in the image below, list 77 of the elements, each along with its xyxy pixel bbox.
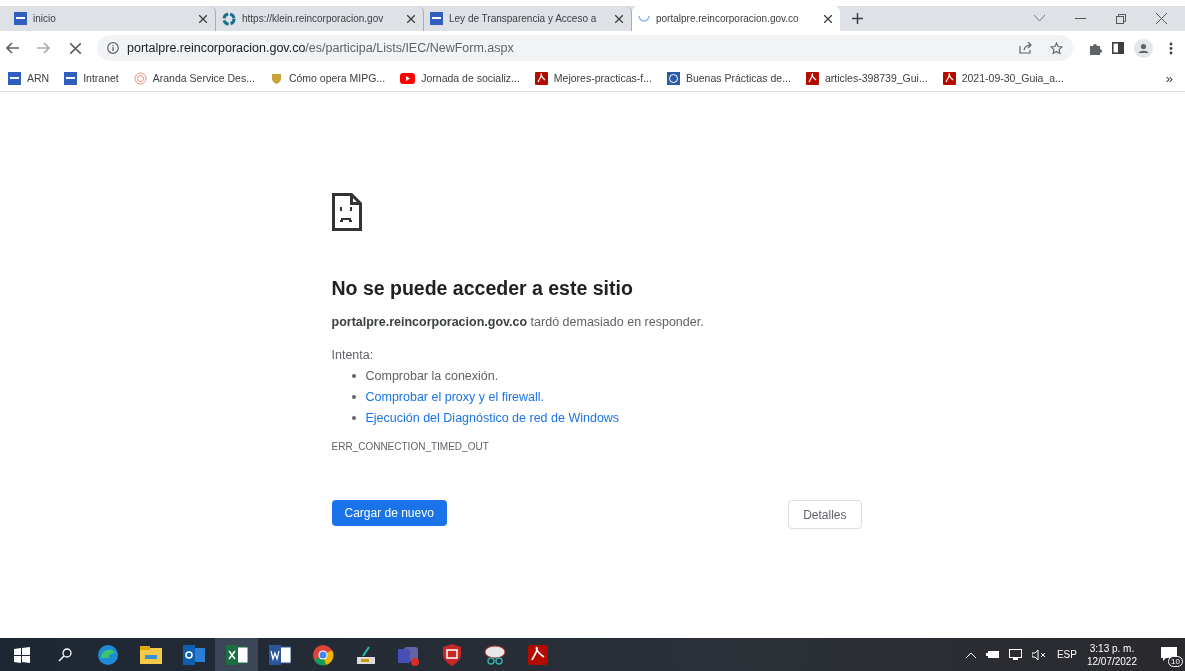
close-icon[interactable] <box>615 14 623 23</box>
pdf-icon <box>534 71 548 85</box>
mail-app-icon[interactable] <box>182 644 205 665</box>
puzzle-icon[interactable] <box>1089 41 1102 55</box>
globe-icon <box>666 71 680 85</box>
notification-count: 10 <box>1168 655 1183 667</box>
browser-tab[interactable]: portalpre.reincorporacion.gov.co <box>632 6 840 31</box>
sad-page-icon <box>331 193 362 231</box>
bookmark[interactable]: Mejores-practicas-f... <box>534 71 652 85</box>
arn-logo-icon <box>14 12 27 25</box>
search-icon[interactable] <box>57 647 72 662</box>
bookmark[interactable]: Cómo opera MIPG... <box>269 71 386 85</box>
crest-icon <box>269 71 283 85</box>
restore-icon[interactable] <box>1116 13 1126 24</box>
pdf-icon <box>805 71 819 85</box>
monitor-icon[interactable] <box>1008 649 1022 660</box>
bullet-icon <box>351 395 356 399</box>
new-tab-icon[interactable] <box>852 13 863 24</box>
bullet-icon <box>351 416 356 420</box>
side-panel-icon[interactable] <box>1112 42 1124 54</box>
info-icon[interactable] <box>107 42 119 54</box>
target-icon <box>133 71 147 85</box>
address-bar[interactable]: portalpre.reincorporacion.gov.co/es/participa/Lists/IEC/NewForm.aspx <box>97 35 1073 61</box>
pdf-reader-icon[interactable] <box>527 644 548 665</box>
more-bookmarks[interactable]: » <box>1165 70 1173 86</box>
bookmark[interactable]: Jornada de socializ... <box>400 72 520 84</box>
suggestion-link[interactable]: Comprobar el proxy y el firewall. <box>365 389 545 405</box>
details-button[interactable]: Detalles <box>788 500 862 529</box>
loading-spinner-icon <box>638 15 650 22</box>
error-message: portalpre.reincorporacion.gov.co tardó demasiado en responder. <box>331 315 705 329</box>
shield-icon[interactable] <box>441 643 462 666</box>
arn-logo-icon <box>64 71 78 85</box>
taskbar-slot[interactable] <box>215 638 258 671</box>
notification-icon[interactable] <box>1161 646 1177 661</box>
close-icon[interactable] <box>199 14 207 23</box>
profile-icon[interactable] <box>1134 38 1153 58</box>
bookmark[interactable]: Aranda Service Des... <box>133 71 255 85</box>
play-icon <box>400 72 416 84</box>
bookmark[interactable]: 2021-09-30_Guia_a... <box>942 71 1064 85</box>
bookmark[interactable]: articles-398739_Gui... <box>805 71 928 85</box>
language-indicator[interactable]: ESP <box>1056 649 1077 660</box>
pdf-icon <box>942 71 956 85</box>
share-icon[interactable] <box>1019 42 1032 54</box>
bullet-icon <box>351 374 356 378</box>
edge-browser-icon[interactable] <box>96 643 119 666</box>
star-icon[interactable] <box>1050 41 1063 55</box>
reload-button[interactable]: Cargar de nuevo <box>331 500 447 526</box>
close-icon[interactable] <box>824 14 832 23</box>
spreadsheet-app-icon[interactable] <box>225 644 248 665</box>
url-host: portalpre.reincorporacion.gov.co <box>127 41 306 55</box>
arn-logo-icon <box>8 71 21 85</box>
url-path: /es/participa/Lists/IEC/NewForm.aspx <box>305 41 514 55</box>
close-icon[interactable] <box>407 14 415 23</box>
error-code: ERR_CONNECTION_TIMED_OUT <box>331 441 490 452</box>
windows-start-icon[interactable] <box>13 646 30 663</box>
menu-icon[interactable] <box>1169 41 1173 55</box>
scissors-icon[interactable] <box>483 643 506 666</box>
suggestion-text: Comprobar la conexión. <box>365 368 499 384</box>
battery-icon[interactable] <box>985 650 999 659</box>
close-icon[interactable] <box>1156 13 1167 24</box>
back-arrow-icon[interactable] <box>6 42 19 54</box>
chrome-browser-icon[interactable] <box>311 643 334 666</box>
chevron-down-icon[interactable] <box>1034 15 1045 22</box>
arn-logo-icon <box>430 12 443 25</box>
try-label: Intenta: <box>331 348 375 362</box>
clock[interactable]: 3:13 p. m. 12/07/2022 <box>1086 641 1137 668</box>
bookmark[interactable]: ARN <box>8 71 50 85</box>
document-app-icon[interactable] <box>268 644 291 665</box>
chevron-up-icon[interactable] <box>965 651 976 658</box>
bookmark[interactable]: Intranet <box>64 71 119 85</box>
folder-icon[interactable] <box>139 645 162 664</box>
suggestion-link[interactable]: Ejecución del Diagnóstico de red de Windows <box>365 410 620 426</box>
muted-speaker-icon[interactable] <box>1031 649 1047 660</box>
ring-logo-icon <box>222 11 236 26</box>
error-heading: No se puede acceder a este sitio <box>331 277 634 300</box>
stop-icon[interactable] <box>70 42 81 54</box>
bookmark[interactable]: Buenas Prácticas de... <box>666 71 791 85</box>
